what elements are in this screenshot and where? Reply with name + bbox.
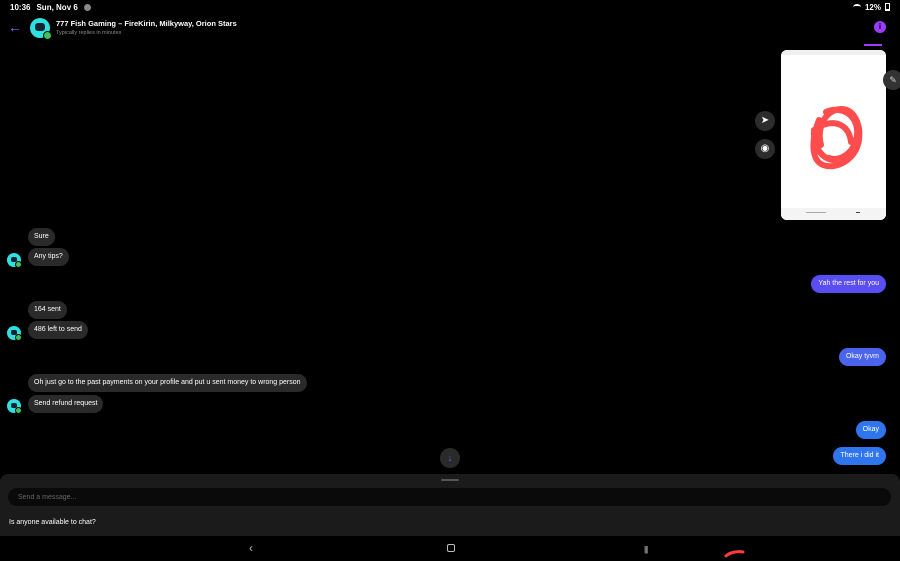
message-bubble-outgoing: Okay tyvm — [838, 348, 886, 366]
reply-time-subtitle: Typically replies in minutes — [56, 30, 122, 36]
red-doodle-mark — [724, 550, 745, 558]
avatar[interactable] — [30, 18, 52, 40]
suggested-message[interactable]: Is anyone available to chat? — [9, 519, 96, 526]
message-bubble-outgoing: Okay — [855, 421, 886, 439]
notification-icon — [83, 3, 91, 11]
avatar-image — [35, 23, 45, 31]
tab-indicator — [864, 44, 882, 46]
status-time: 10:36 — [10, 2, 31, 12]
system-nav-bar: ‹ ||| — [0, 536, 900, 561]
sender-avatar — [7, 326, 22, 341]
arrow-down-icon[interactable]: ↓ — [440, 448, 460, 468]
status-date: Sun, Nov 6 — [36, 2, 78, 12]
message-bubble-incoming: 164 sent — [28, 301, 67, 319]
message-bubble-incoming: Sure — [28, 228, 55, 246]
share-icon[interactable]: ➤ — [755, 111, 775, 131]
battery-percent: 12% — [864, 2, 881, 12]
drag-handle[interactable] — [441, 479, 459, 481]
composer-panel: Is anyone available to chat? — [0, 474, 900, 536]
status-bar: 10:36 Sun, Nov 6 12% — [0, 0, 900, 14]
page-title[interactable]: 777 Fish Gaming – FireKirin, Milkyway, O… — [56, 19, 237, 28]
online-indicator — [15, 334, 22, 341]
online-indicator — [15, 407, 22, 414]
camera-icon[interactable]: ◉ — [755, 139, 775, 159]
nav-recents-icon[interactable]: ||| — [644, 542, 648, 558]
message-input[interactable] — [8, 488, 891, 506]
nav-back-icon[interactable]: ‹ — [249, 540, 253, 556]
message-bubble-incoming: 486 left to send — [28, 321, 88, 339]
sender-avatar — [7, 253, 22, 268]
back-arrow-icon[interactable]: ← — [8, 20, 22, 34]
info-icon[interactable]: i — [874, 21, 886, 33]
message-bubble-incoming: Any tips? — [28, 248, 69, 266]
online-indicator — [15, 261, 22, 268]
status-right: 12% — [852, 2, 890, 12]
pencil-icon[interactable]: ✎ — [883, 70, 900, 90]
chat-header: ← 777 Fish Gaming – FireKirin, Milkyway,… — [0, 14, 900, 46]
online-indicator — [43, 31, 52, 40]
message-bubble-outgoing: Yah the rest for you — [811, 275, 886, 293]
status-left: 10:36 Sun, Nov 6 — [10, 3, 91, 12]
message-bubble-outgoing: There i did it — [833, 447, 886, 465]
shared-screenshot-image[interactable] — [781, 50, 886, 220]
message-bubble-incoming: Send refund request — [28, 395, 104, 413]
message-bubble-incoming: Oh just go to the past payments on your … — [28, 374, 307, 392]
wifi-icon — [852, 4, 861, 10]
sender-avatar — [7, 399, 22, 414]
battery-icon — [885, 3, 890, 11]
screenshot-thumbnail — [781, 50, 886, 220]
nav-home-icon[interactable] — [447, 544, 455, 552]
